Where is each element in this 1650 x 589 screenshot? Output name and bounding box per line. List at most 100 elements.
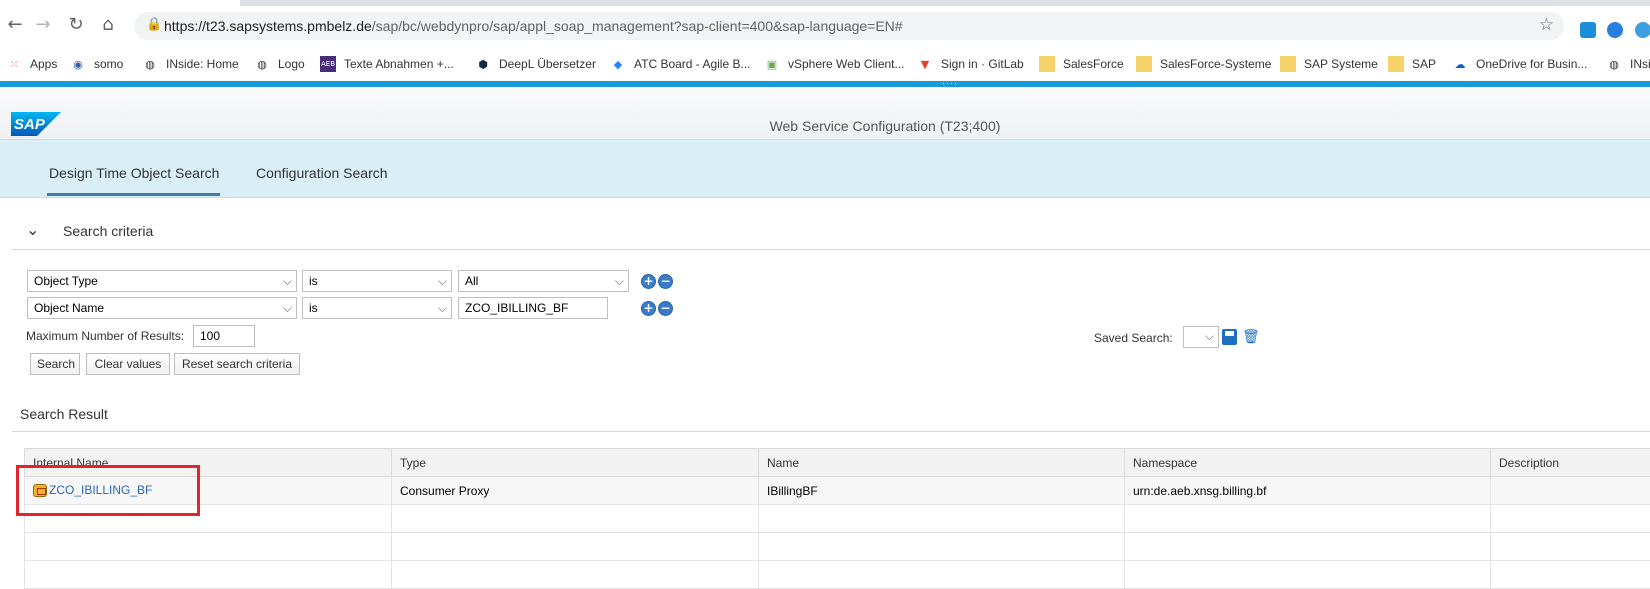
search-criteria-title: Search criteria (63, 223, 153, 239)
criteria-operator-select-1[interactable]: is⌵ (302, 270, 452, 292)
bookmark-gitlab[interactable]: ▼Sign in · GitLab (917, 54, 1024, 74)
column-header-description[interactable]: Description (1491, 449, 1650, 477)
diamond-icon: ◆ (610, 56, 626, 72)
forward-icon[interactable]: → (32, 14, 54, 36)
tab-bar (0, 140, 1650, 198)
bookmark-label: Texte Abnahmen +... (344, 57, 454, 71)
folder-icon (1136, 56, 1152, 72)
select-value: Object Name (34, 301, 104, 315)
max-results-input[interactable]: 100 (193, 325, 255, 347)
bookmark-vsphere[interactable]: ▣ vSphere Web Client... (764, 54, 905, 74)
saved-search-select[interactable]: ⌵ (1183, 326, 1219, 348)
bookmark-insi[interactable]: ◍INsi (1606, 54, 1650, 74)
bookmark-somo[interactable]: ◉ somo (70, 54, 123, 74)
bookmark-label: SAP (1412, 57, 1436, 71)
save-icon[interactable] (1222, 329, 1237, 345)
bookmarks-bar: ⁙ Apps ◉ somo ◍ INside: Home ◍ Logo AEB Texte… (0, 50, 1650, 78)
criteria-field-select-2[interactable]: Object Name ⌵ (27, 297, 297, 319)
active-tab-indicator (47, 193, 220, 196)
result-divider (12, 431, 1650, 432)
bookmark-label: Logo (278, 57, 305, 71)
edge-extension-icon[interactable] (1607, 22, 1623, 38)
bookmark-label: SalesForce (1063, 57, 1124, 71)
column-header-name[interactable]: Name (759, 449, 1125, 477)
cell-type: Consumer Proxy (392, 477, 759, 505)
search-button[interactable]: Search (30, 353, 80, 375)
chevron-down-icon: ⌵ (1205, 329, 1214, 344)
lock-icon: 🔒 (146, 17, 162, 32)
bookmark-texte-abnahmen[interactable]: AEB Texte Abnahmen +... (320, 54, 454, 74)
chevron-down-icon: ⌵ (283, 298, 292, 318)
bookmark-label: ATC Board - Agile B... (634, 57, 751, 71)
bookmark-atc-board[interactable]: ◆ ATC Board - Agile B... (610, 54, 751, 74)
bookmark-label: DeepL Übersetzer (499, 57, 596, 71)
home-icon[interactable]: ⌂ (97, 14, 119, 36)
remove-row-icon[interactable]: − (658, 301, 673, 316)
bookmark-label: INside: Home (166, 57, 239, 71)
trash-icon[interactable]: 🗑 (1242, 329, 1256, 345)
remove-row-icon[interactable]: − (658, 274, 673, 289)
table-row-empty (25, 561, 1650, 589)
bookmark-label: somo (94, 57, 123, 71)
panel-divider (12, 249, 1650, 250)
back-icon[interactable]: ← (4, 14, 26, 36)
globe-icon: ◍ (254, 56, 270, 72)
bookmark-star-icon[interactable]: ☆ (1539, 15, 1554, 35)
criteria-operator-select-2[interactable]: is⌵ (302, 297, 452, 319)
search-result-title: Search Result (20, 406, 108, 422)
select-value: Object Type (34, 274, 98, 288)
bookmark-inside-home[interactable]: ◍ INside: Home (142, 54, 239, 74)
saved-search-label: Saved Search: (1094, 331, 1173, 345)
column-header-namespace[interactable]: Namespace (1125, 449, 1491, 477)
add-row-icon[interactable]: + (641, 301, 656, 316)
select-value: is (309, 301, 318, 315)
folder-icon (1388, 56, 1404, 72)
criteria-field-select-1[interactable]: Object Type ⌵ (27, 270, 297, 292)
onedrive-icon: ☁ (1452, 56, 1468, 72)
bookmark-salesforce-systeme[interactable]: SalesForce-Systeme (1136, 54, 1271, 74)
aeb-icon: AEB (320, 56, 336, 72)
bookmark-sap-systeme[interactable]: SAP Systeme (1280, 54, 1378, 74)
extension-icon[interactable] (1635, 22, 1650, 38)
object-name-input[interactable]: ZCO_IBILLING_BF (458, 297, 608, 319)
cell-name: IBillingBF (759, 477, 1125, 505)
globe-icon: ◍ (1606, 56, 1622, 72)
gitlab-icon: ▼ (917, 56, 933, 72)
collapse-chevron-icon[interactable]: ⌄ (26, 220, 39, 239)
result-table: Internal Name Type Name Namespace Descri… (24, 448, 1650, 589)
criteria-value-select-1[interactable]: All⌵ (458, 270, 629, 292)
address-bar[interactable]: 🔒 https://t23.sapsystems.pmbelz.de/sap/b… (134, 12, 1564, 40)
tab-design-time-object-search[interactable]: Design Time Object Search (49, 165, 219, 181)
bookmark-logo[interactable]: ◍ Logo (254, 54, 305, 74)
reset-search-criteria-button[interactable]: Reset search criteria (174, 353, 300, 375)
vsphere-icon: ▣ (764, 56, 780, 72)
table-row-empty (25, 505, 1650, 533)
windows-extension-icon[interactable] (1580, 22, 1596, 38)
clear-values-button[interactable]: Clear values (86, 353, 170, 375)
max-results-label: Maximum Number of Results: (26, 329, 184, 343)
bookmark-label: Apps (30, 57, 57, 71)
url-text[interactable]: https://t23.sapsystems.pmbelz.de/sap/bc/… (164, 18, 903, 34)
bookmark-sap[interactable]: SAP (1388, 54, 1436, 74)
bookmark-label: SAP Systeme (1304, 57, 1378, 71)
bookmark-salesforce[interactable]: SalesForce (1039, 54, 1124, 74)
table-row-empty (25, 533, 1650, 561)
somo-icon: ◉ (70, 56, 86, 72)
column-header-type[interactable]: Type (392, 449, 759, 477)
bookmark-label: vSphere Web Client... (788, 57, 905, 71)
bookmark-deepl[interactable]: ⬢DeepL Übersetzer (475, 54, 596, 74)
chevron-down-icon: ⌵ (283, 271, 292, 291)
table-header-row: Internal Name Type Name Namespace Descri… (25, 449, 1650, 477)
select-value: is (309, 274, 318, 288)
reload-icon[interactable]: ↻ (65, 14, 87, 36)
table-row[interactable]: ZCO_IBILLING_BF Consumer Proxy IBillingB… (25, 477, 1650, 505)
bookmark-onedrive[interactable]: ☁ OneDrive for Busin... (1452, 54, 1587, 74)
bookmark-label: OneDrive for Busin... (1476, 57, 1587, 71)
add-row-icon[interactable]: + (641, 274, 656, 289)
apps-grid-icon: ⁙ (6, 56, 22, 72)
globe-icon: ◍ (142, 56, 158, 72)
bookmark-apps[interactable]: ⁙ Apps (6, 54, 57, 74)
cell-description (1491, 477, 1650, 505)
chevron-down-icon: ⌵ (615, 271, 624, 291)
tab-configuration-search[interactable]: Configuration Search (256, 165, 388, 181)
